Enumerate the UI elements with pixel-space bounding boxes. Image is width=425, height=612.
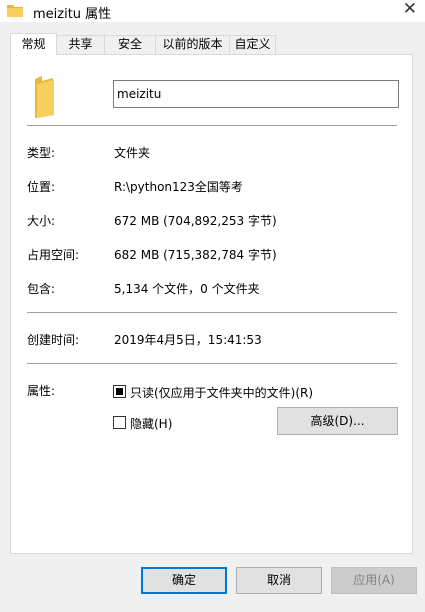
apply-button[interactable]: 应用(A) [331, 567, 417, 594]
size-label: 大小: [27, 214, 56, 228]
hidden-label[interactable]: 隐藏(H) [130, 415, 172, 432]
location-value: R:\python123全国等考 [114, 180, 243, 194]
type-label: 类型: [27, 146, 56, 160]
location-label: 位置: [27, 180, 56, 194]
close-icon[interactable]: ✕ [403, 0, 417, 19]
divider [27, 363, 397, 364]
tab-customize[interactable]: 自定义 [229, 35, 276, 54]
size-value: 672 MB (704,892,253 字节) [114, 214, 277, 228]
readonly-checkbox[interactable] [113, 385, 126, 398]
contains-value: 5,134 个文件，0 个文件夹 [114, 282, 260, 296]
tab-panel-general [10, 54, 413, 554]
tab-previous-versions[interactable]: 以前的版本 [155, 35, 230, 54]
attributes-label: 属性: [27, 384, 56, 398]
window-title: meizitu 属性 [33, 7, 112, 22]
ok-button[interactable]: 确定 [141, 567, 227, 594]
cancel-button[interactable]: 取消 [236, 567, 322, 594]
advanced-button[interactable]: 高级(D)... [277, 407, 398, 435]
size-on-disk-value: 682 MB (715,382,784 字节) [114, 248, 277, 262]
size-on-disk-label: 占用空间: [27, 248, 80, 262]
contains-label: 包含: [27, 282, 56, 296]
type-value: 文件夹 [114, 146, 151, 160]
tab-security[interactable]: 安全 [104, 35, 156, 54]
folder-icon [7, 5, 23, 17]
folder-name-input[interactable] [113, 80, 399, 108]
divider [27, 312, 397, 313]
created-value: 2019年4月5日，15:41:53 [114, 333, 262, 347]
created-label: 创建时间: [27, 333, 80, 347]
readonly-label[interactable]: 只读(仅应用于文件夹中的文件)(R) [130, 384, 313, 401]
folder-large-icon [35, 76, 54, 118]
title-bar: meizitu 属性 ✕ [0, 0, 425, 22]
tab-sharing[interactable]: 共享 [56, 35, 105, 54]
divider [27, 125, 397, 126]
tab-general[interactable]: 常规 [10, 33, 57, 55]
hidden-checkbox[interactable] [113, 416, 126, 429]
